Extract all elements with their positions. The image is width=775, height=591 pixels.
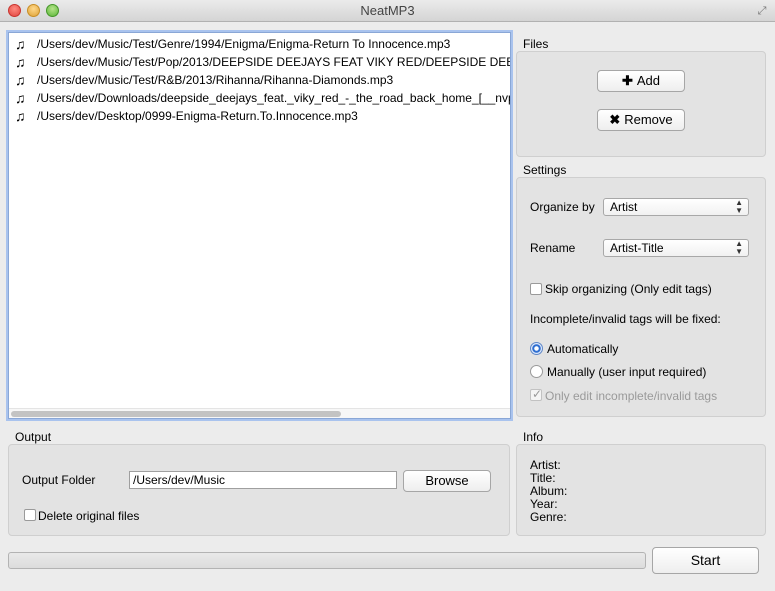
info-album-label: Album:: [530, 484, 568, 498]
file-list-item[interactable]: ♫ /Users/dev/Desktop/0999-Enigma-Return.…: [9, 107, 510, 125]
settings-group-title: Settings: [523, 163, 567, 177]
file-path: /Users/dev/Desktop/0999-Enigma-Return.To…: [37, 109, 358, 123]
app-window: NeatMP3 ⤢ ♫ /Users/dev/Music/Test/Genre/…: [0, 0, 775, 591]
plus-icon: ✚: [621, 73, 633, 88]
info-genre-label: Genre:: [530, 510, 567, 524]
info-year-label: Year:: [530, 497, 558, 511]
files-group: ✚ Add ✖ Remove: [516, 51, 766, 157]
select-arrows-icon: ▲ ▼: [735, 239, 743, 256]
rename-select[interactable]: Artist-Title ▲ ▼: [603, 239, 749, 257]
fullscreen-icon[interactable]: ⤢: [755, 4, 769, 18]
delete-original-label: Delete original files: [38, 509, 140, 523]
info-group-title: Info: [523, 430, 544, 444]
window-title: NeatMP3: [360, 3, 415, 18]
music-note-icon: ♫: [15, 90, 26, 106]
settings-group: Organize by Artist ▲ ▼ Rename Artist-Titl…: [516, 177, 766, 417]
music-note-icon: ♫: [15, 72, 26, 88]
music-note-icon: ♫: [15, 108, 26, 124]
remove-button-label: Remove: [624, 112, 673, 127]
only-edit-invalid-checkbox[interactable]: ✓: [530, 387, 543, 401]
only-edit-invalid-label: Only edit incomplete/invalid tags: [545, 389, 718, 403]
organize-by-value: Artist: [610, 200, 638, 214]
start-button[interactable]: Start: [652, 547, 759, 574]
manually-radio[interactable]: [530, 365, 543, 378]
file-list-item[interactable]: ♫ /Users/dev/Downloads/deepside_deejays_…: [9, 89, 511, 107]
file-list-item[interactable]: ♫ /Users/dev/Music/Test/R&B/2013/Rihanna…: [9, 71, 510, 89]
add-button[interactable]: ✚ Add: [597, 70, 685, 92]
file-list[interactable]: ♫ /Users/dev/Music/Test/Genre/1994/Enigm…: [8, 32, 511, 419]
output-group: Output Folder /Users/dev/Music Browse De…: [8, 444, 510, 536]
automatically-radio[interactable]: [530, 342, 543, 355]
organize-by-label: Organize by: [530, 200, 595, 214]
output-group-title: Output: [15, 430, 52, 444]
skip-organizing-checkbox[interactable]: [530, 283, 542, 295]
select-arrows-icon: ▲ ▼: [735, 198, 743, 215]
file-path: /Users/dev/Music/Test/R&B/2013/Rihanna/R…: [37, 73, 394, 87]
file-list-item[interactable]: ♫ /Users/dev/Music/Test/Pop/2013/DEEPSID…: [9, 53, 511, 71]
info-title-label: Title:: [530, 471, 556, 485]
output-folder-label: Output Folder: [22, 473, 96, 487]
scrollbar-thumb[interactable]: [11, 411, 341, 417]
music-note-icon: ♫: [15, 36, 26, 52]
file-path: /Users/dev/Music/Test/Pop/2013/DEEPSIDE …: [37, 55, 511, 69]
info-artist-label: Artist:: [530, 458, 561, 472]
progress-bar: [8, 552, 646, 569]
organize-by-select[interactable]: Artist ▲ ▼: [603, 198, 749, 216]
file-list-item[interactable]: ♫ /Users/dev/Music/Test/Genre/1994/Enigm…: [9, 35, 510, 53]
add-button-label: Add: [636, 73, 661, 88]
title-bar: NeatMP3 ⤢: [0, 0, 775, 22]
fix-tags-label: Incomplete/invalid tags will be fixed:: [530, 312, 721, 326]
rename-label: Rename: [530, 241, 576, 255]
automatically-label: Automatically: [547, 342, 619, 356]
checkmark-icon: ✓: [532, 387, 543, 401]
output-folder-field[interactable]: /Users/dev/Music: [129, 471, 397, 489]
file-path: /Users/dev/Music/Test/Genre/1994/Enigma/…: [37, 37, 451, 51]
manually-label: Manually (user input required): [547, 365, 707, 379]
browse-button[interactable]: Browse: [403, 470, 491, 492]
music-note-icon: ♫: [15, 54, 26, 70]
file-path: /Users/dev/Downloads/deepside_deejays_fe…: [37, 91, 511, 105]
skip-organizing-label: Skip organizing (Only edit tags): [545, 282, 712, 296]
delete-original-checkbox[interactable]: [24, 509, 36, 521]
x-icon: ✖: [609, 112, 621, 127]
horizontal-scrollbar[interactable]: [9, 408, 510, 418]
remove-button[interactable]: ✖ Remove: [597, 109, 685, 131]
files-group-title: Files: [523, 37, 549, 51]
rename-value: Artist-Title: [610, 241, 664, 255]
